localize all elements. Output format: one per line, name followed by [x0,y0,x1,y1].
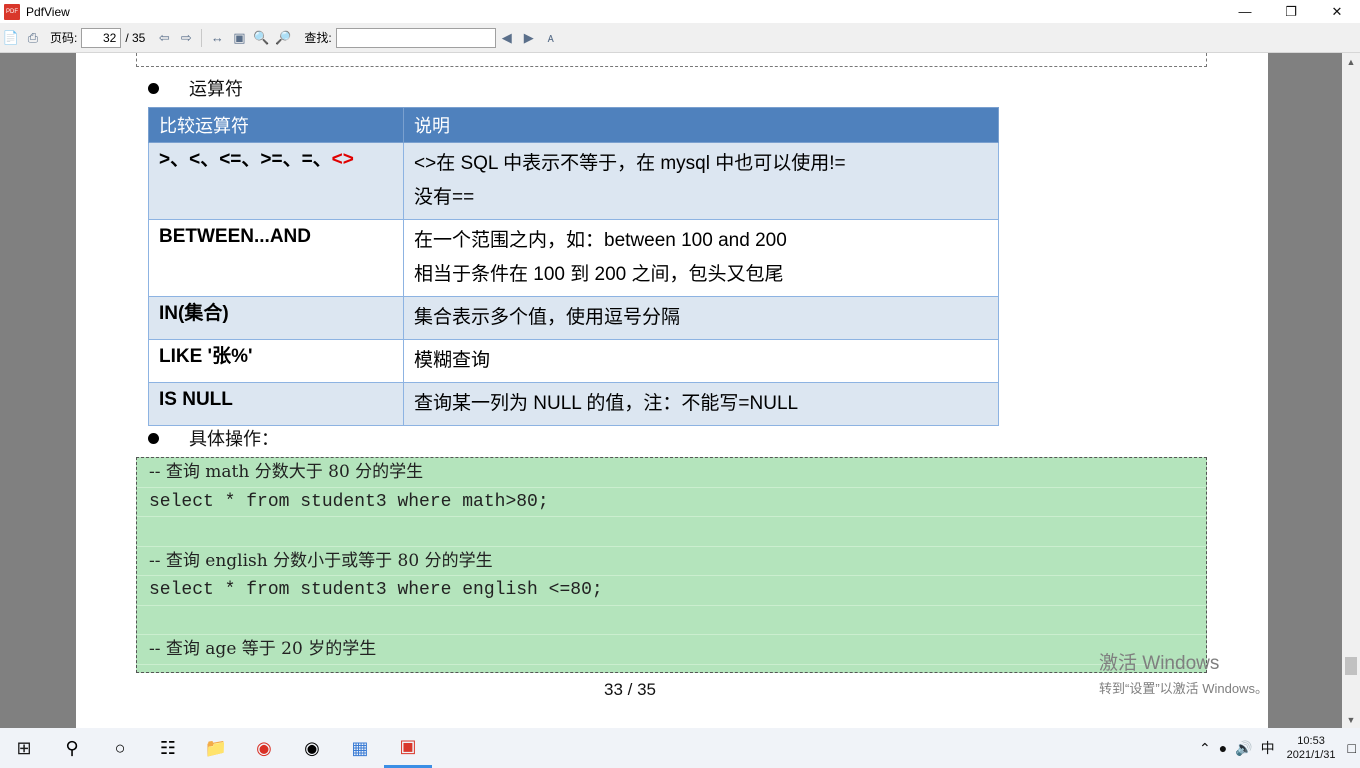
open-file-icon[interactable]: 📄 [0,27,22,49]
window-title: PdfView [26,4,70,19]
page-number-footer: 33 / 35 [604,680,656,699]
search-icon[interactable]: ⚲ [48,728,96,768]
code-comment-line: -- 查询 english 分数小于或等于 80 分的学生 [137,547,1206,576]
table-row: IS NULL 查询某一列为 NULL 的值，注：不能写=NULL [148,382,999,426]
pdf-page: 运算符 比较运算符 说明 >、<、<=、>=、=、<> <>在 SQL 中表示不… [76,53,1268,728]
clock-date: 2021/1/31 [1286,749,1336,761]
toolbar: 📄 ⎙ 页码: / 35 ⇦ ⇨ ↔ ▣ 🔍 🔎 查找: ◀ ▶ ᴀ [0,23,1360,53]
print-icon[interactable]: ⎙ [22,27,44,49]
operators-table: 比较运算符 说明 >、<、<=、>=、=、<> <>在 SQL 中表示不等于，在… [148,107,999,426]
code-statement-line: select * from student3 where english <=8… [137,576,1206,606]
fit-width-icon[interactable]: ↔ [206,27,228,49]
archive-app-icon[interactable]: ▦ [336,728,384,768]
toolbar-divider [201,28,203,47]
previous-page-icon[interactable]: ⇦ [153,27,175,49]
find-next-icon[interactable]: ▶ [518,27,540,49]
cortana-icon[interactable]: ○ [96,728,144,768]
tray-qq-icon[interactable]: ● [1219,740,1227,756]
table-row: BETWEEN...AND 在一个范围之内，如：between 100 and … [148,219,999,297]
chrome-icon[interactable]: ◉ [240,728,288,768]
scroll-thumb[interactable] [1345,657,1357,675]
input-method-indicator[interactable]: 中 [1261,738,1275,758]
code-comment-line: -- 查询 age 等于 20 岁的学生 [137,635,1206,665]
app-avatar-icon[interactable]: ◉ [288,728,336,768]
clock[interactable]: 10:53 2021/1/31 [1287,734,1336,762]
section-title-operators: 运算符 [189,79,243,100]
code-statement-line: select * from student3 where math>80; [137,488,1206,517]
table-row: LIKE '张%' 模糊查询 [148,339,999,383]
description-cell: 模糊查询 [403,339,999,383]
pdf-app-icon: PDF [4,3,20,20]
bullet-icon [148,432,159,444]
bullet-icon [148,82,159,94]
find-label: 查找: [304,31,332,45]
code-blank-line [137,517,1206,547]
clock-time: 10:53 [1297,735,1325,747]
maximize-button[interactable]: ❐ [1268,0,1314,23]
title-bar: PDF PdfView — ❐ ✕ [0,0,1360,23]
description-cell: 在一个范围之内，如：between 100 and 200 相当于条件在 100 … [403,219,999,297]
start-windows-icon[interactable]: ⊞ [0,728,48,768]
system-tray: ⌃ ● 🔊 中 10:53 2021/1/31 □ [1195,728,1360,768]
find-input[interactable] [335,27,496,48]
tray-expand-icon[interactable]: ⌃ [1199,740,1211,757]
code-blank-line [137,606,1206,635]
scroll-up-icon[interactable]: ▲ [1342,53,1360,70]
page-total: / 35 [125,30,146,45]
table-row: IN(集合) 集合表示多个值，使用逗号分隔 [148,296,999,340]
close-button[interactable]: ✕ [1314,0,1360,23]
activation-title: 激活 Windows [1099,653,1220,674]
task-view-icon[interactable]: ☷ [144,728,192,768]
code-block: -- 查询 math 分数大于 80 分的学生 select * from st… [136,457,1207,673]
code-comment-line: -- 查询 math 分数大于 80 分的学生 [137,458,1206,488]
notification-icon[interactable]: □ [1348,740,1356,756]
bullet-operators: 运算符 [148,75,243,101]
windows-activation-notice: 激活 Windows 转到“设置”以激活 Windows。 [1099,648,1268,697]
activation-subtitle: 转到“设置”以激活 Windows。 [1099,681,1269,696]
previous-code-box-end [136,53,1207,67]
operator-cell: >、<、<=、>=、=、<> [148,142,404,220]
file-explorer-icon[interactable]: 📁 [192,728,240,768]
page-label: 页码: [50,31,78,45]
table-header-operator: 比较运算符 [148,107,404,143]
find-previous-icon[interactable]: ◀ [496,27,518,49]
table-header-row: 比较运算符 说明 [148,107,999,143]
match-case-icon[interactable]: ᴀ [540,27,562,49]
page-number-input[interactable] [81,27,122,48]
bullet-operations: 具体操作： [148,425,279,451]
minimize-button[interactable]: — [1222,0,1268,23]
table-row: >、<、<=、>=、=、<> <>在 SQL 中表示不等于，在 mysql 中也… [148,142,999,220]
zoom-out-icon[interactable]: 🔍 [250,27,272,49]
operator-cell: IN(集合) [148,296,404,340]
window-controls: — ❐ ✕ [1222,0,1360,23]
operator-cell: LIKE '张%' [148,339,404,383]
section-title-operations: 具体操作： [189,429,279,450]
taskbar: ⊞ ⚲ ○ ☷ 📁 ◉ ◉ ▦ ▣ ⌃ ● 🔊 中 10:53 2021/1/3… [0,728,1360,768]
operator-cell: BETWEEN...AND [148,219,404,297]
volume-icon[interactable]: 🔊 [1235,740,1252,757]
next-page-icon[interactable]: ⇨ [175,27,197,49]
zoom-in-icon[interactable]: 🔎 [272,27,294,49]
vertical-scrollbar[interactable]: ▲ ▼ [1342,53,1360,728]
description-cell: <>在 SQL 中表示不等于，在 mysql 中也可以使用!= 没有== [403,142,999,220]
operator-cell: IS NULL [148,382,404,426]
table-header-description: 说明 [403,107,999,143]
description-cell: 查询某一列为 NULL 的值，注：不能写=NULL [403,382,999,426]
fit-page-icon[interactable]: ▣ [228,27,250,49]
description-cell: 集合表示多个值，使用逗号分隔 [403,296,999,340]
pdfview-taskbar-icon[interactable]: ▣ [384,728,432,768]
scroll-down-icon[interactable]: ▼ [1342,711,1360,728]
